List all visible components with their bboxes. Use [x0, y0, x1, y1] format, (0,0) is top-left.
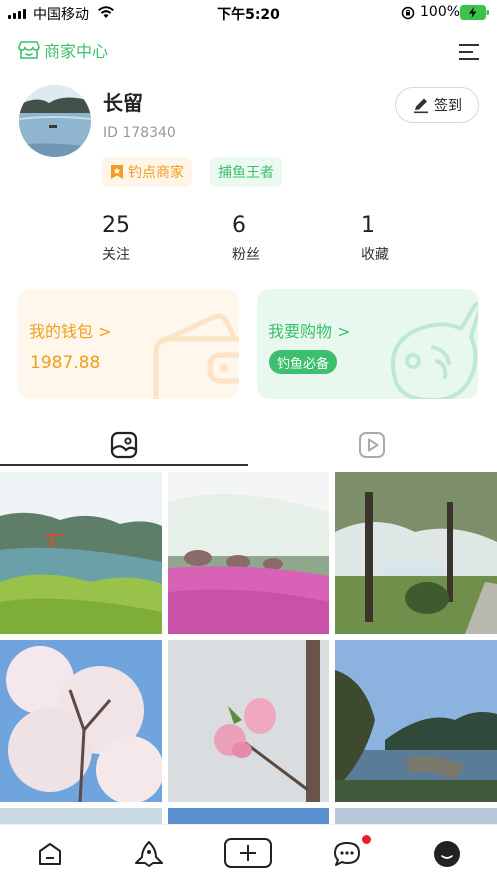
fish-icon — [391, 301, 478, 399]
merchant-tag: 钓点商家 — [102, 157, 192, 187]
photo-tile-mountain-lake[interactable] — [335, 640, 497, 802]
fans-count: 6 — [232, 213, 246, 238]
nav-profile[interactable] — [432, 839, 462, 869]
shop-card[interactable]: 我要购物 > 钓鱼必备 — [257, 289, 478, 399]
favorites-label: 收藏 — [361, 247, 389, 263]
bookmark-star-icon — [111, 165, 123, 179]
shop-title: 我要购物 > — [268, 322, 351, 341]
merchant-center-button[interactable]: 商家中心 — [18, 38, 108, 62]
menu-icon[interactable] — [456, 42, 482, 62]
top-nav: 商家中心 — [0, 30, 497, 74]
nav-add[interactable] — [224, 837, 272, 869]
merchant-tag-label: 钓点商家 — [128, 165, 184, 181]
nav-home[interactable] — [35, 839, 65, 869]
photo-tile-peach-blossom[interactable] — [168, 640, 329, 802]
fans-label: 粉丝 — [232, 247, 260, 263]
store-icon — [18, 41, 40, 59]
stat-fans[interactable]: 6 粉丝 — [232, 213, 260, 264]
wallet-card[interactable]: 我的钱包 > 1987.88 — [18, 289, 239, 399]
profile-icon — [434, 841, 460, 867]
content-tabs — [0, 425, 497, 467]
rotation-lock-icon — [401, 6, 415, 20]
merchant-center-label: 商家中心 — [44, 42, 109, 61]
nav-messages[interactable] — [332, 839, 362, 869]
checkin-label: 签到 — [434, 98, 462, 114]
battery-percent: 100% — [420, 4, 461, 20]
status-bar: 中国移动 下午5:20 100% — [0, 0, 497, 26]
active-tab-indicator — [0, 464, 248, 466]
avatar[interactable] — [19, 85, 91, 157]
nav-fishing[interactable] — [134, 839, 164, 869]
battery-icon — [460, 5, 489, 20]
following-count: 25 — [102, 213, 130, 238]
checkin-button[interactable]: 签到 — [395, 87, 479, 123]
tab-videos[interactable] — [248, 425, 496, 465]
home-icon — [39, 843, 61, 865]
user-id: ID 178340 — [103, 125, 176, 141]
wallet-icon — [153, 313, 239, 399]
fishing-king-tag-label: 捕鱼王者 — [218, 165, 274, 181]
pen-icon — [414, 98, 428, 114]
message-notification-dot — [362, 835, 371, 844]
photos-icon — [110, 431, 138, 459]
wallet-amount: 1987.88 — [30, 353, 101, 373]
photo-tile-lake-hills[interactable] — [0, 472, 162, 634]
favorites-count: 1 — [361, 213, 375, 238]
fishing-king-tag: 捕鱼王者 — [210, 157, 282, 187]
wallet-title: 我的钱包 > — [29, 322, 112, 341]
stat-following[interactable]: 25 关注 — [102, 213, 130, 264]
following-label: 关注 — [102, 247, 130, 263]
photo-tile-cherry-blossom[interactable] — [0, 640, 162, 802]
bottom-nav — [0, 824, 497, 883]
photo-tile-park[interactable] — [335, 472, 497, 634]
add-icon — [224, 838, 272, 868]
stat-favorites[interactable]: 1 收藏 — [361, 213, 389, 264]
video-icon — [359, 432, 385, 458]
photo-tile-flower-field[interactable] — [168, 472, 329, 634]
fish-icon — [135, 841, 163, 867]
tab-photos[interactable] — [0, 425, 248, 465]
message-icon — [334, 842, 360, 866]
username: 长留 — [103, 91, 143, 115]
shop-badge: 钓鱼必备 — [269, 350, 338, 374]
